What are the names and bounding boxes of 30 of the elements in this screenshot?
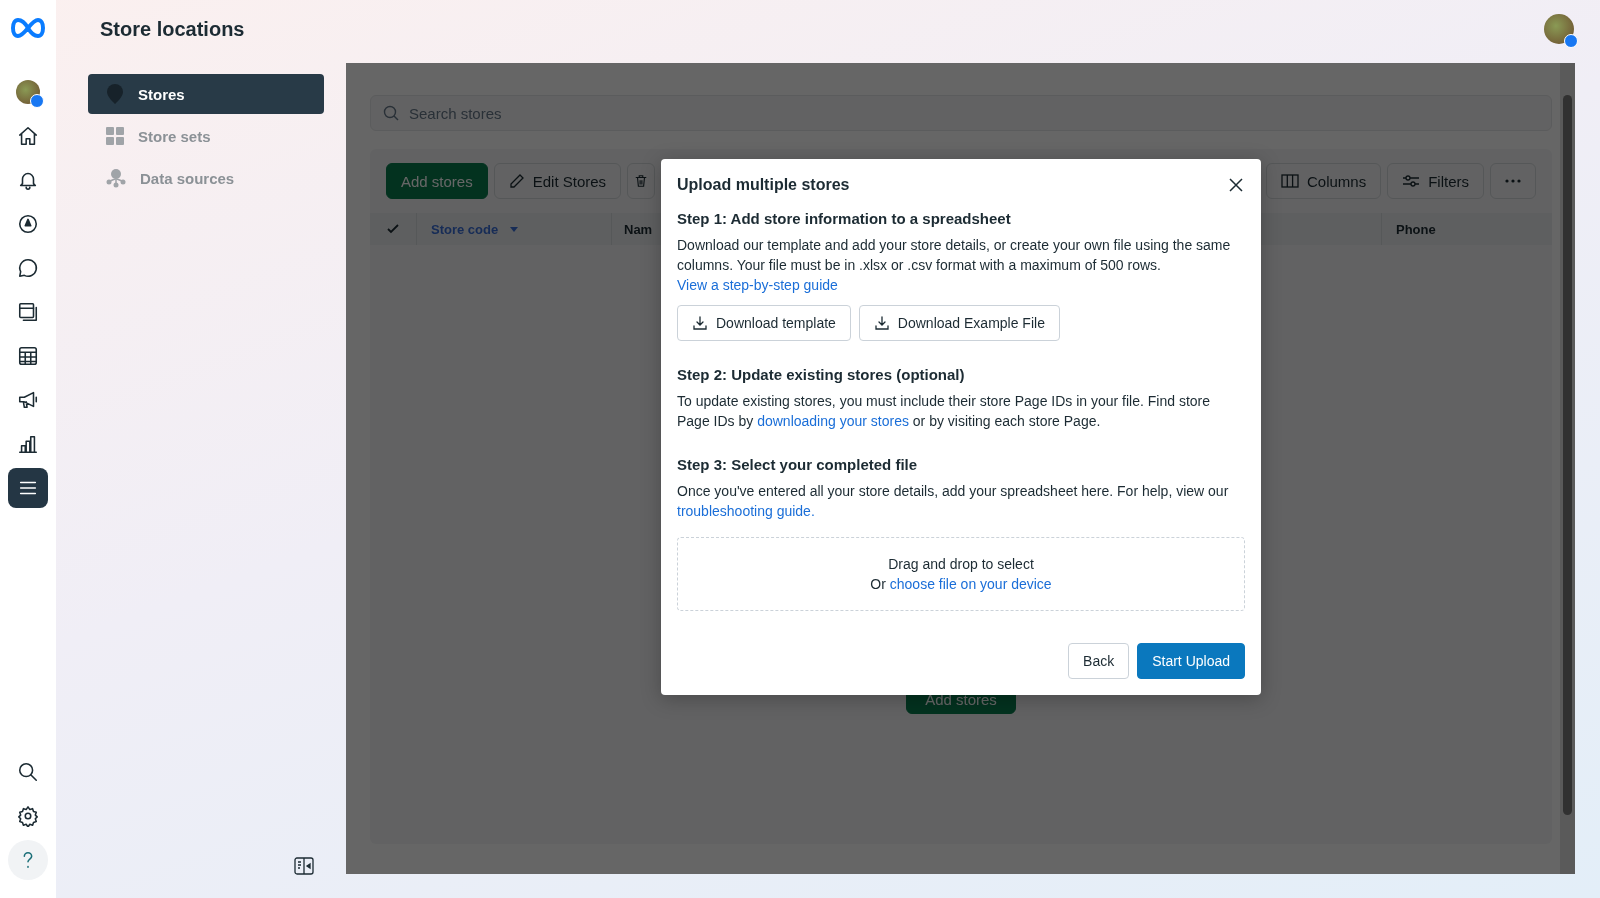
search-field[interactable]: Search stores xyxy=(370,95,1552,131)
download-button[interactable]: Download Example File xyxy=(858,305,1060,341)
filters-button[interactable]: Filters xyxy=(1387,163,1484,199)
page-title: Store locations xyxy=(100,18,246,42)
download-button[interactable]: Download template xyxy=(677,305,851,341)
upload-button[interactable]: Start Upload xyxy=(1137,643,1245,679)
step-heading: Step 1: Add store information to a spreadsheet xyxy=(677,209,1012,229)
sidebar-item[interactable]: Store sets xyxy=(88,116,324,156)
choose-file-link[interactable]: choose file on your device xyxy=(889,576,1052,592)
step-text: Download our template and add your store details, or create your own file using the same columns. Your file must be in .xlsx or .csv format with a maximum of 500 rows. xyxy=(677,236,1232,275)
drop-zone-text: Drag and drop to select xyxy=(888,555,1034,574)
edit-button[interactable]: Edit Stores xyxy=(493,163,622,199)
back-button[interactable]: Back xyxy=(1068,643,1130,679)
choose-file-text: Or choose file on your device xyxy=(870,575,1052,594)
link[interactable]: downloading your stores xyxy=(757,413,909,429)
step-text: To update existing stores, you must include their store Page IDs in your file. Find store Page IDs by downloading your stores or by visiting each store Page. xyxy=(677,392,1212,431)
add-stores-button[interactable]: Add stores xyxy=(386,163,488,199)
step-text: Once you've entered all your store details, add your spreadsheet here. For help, view our troubleshooting guide. xyxy=(677,482,1230,521)
dialog-title: Upload multiple stores xyxy=(677,175,850,195)
column-header[interactable]: Phone xyxy=(1396,221,1436,237)
column-header[interactable]: Store code xyxy=(431,221,499,237)
step-heading: Step 2: Update existing stores (optional) xyxy=(677,365,966,385)
step-heading: Step 3: Select your completed file xyxy=(677,455,919,475)
column-header[interactable]: Nam xyxy=(624,221,653,237)
guide-link[interactable]: View a step-by-step guide xyxy=(677,277,838,293)
sidebar-item[interactable]: Stores xyxy=(88,74,324,114)
link[interactable]: troubleshooting guide. xyxy=(677,503,815,519)
sidebar-item[interactable]: Data sources xyxy=(88,158,324,198)
drop-zone[interactable]: Drag and drop to select Or choose file on your device xyxy=(677,537,1245,611)
columns-button[interactable]: Columns xyxy=(1265,163,1382,199)
